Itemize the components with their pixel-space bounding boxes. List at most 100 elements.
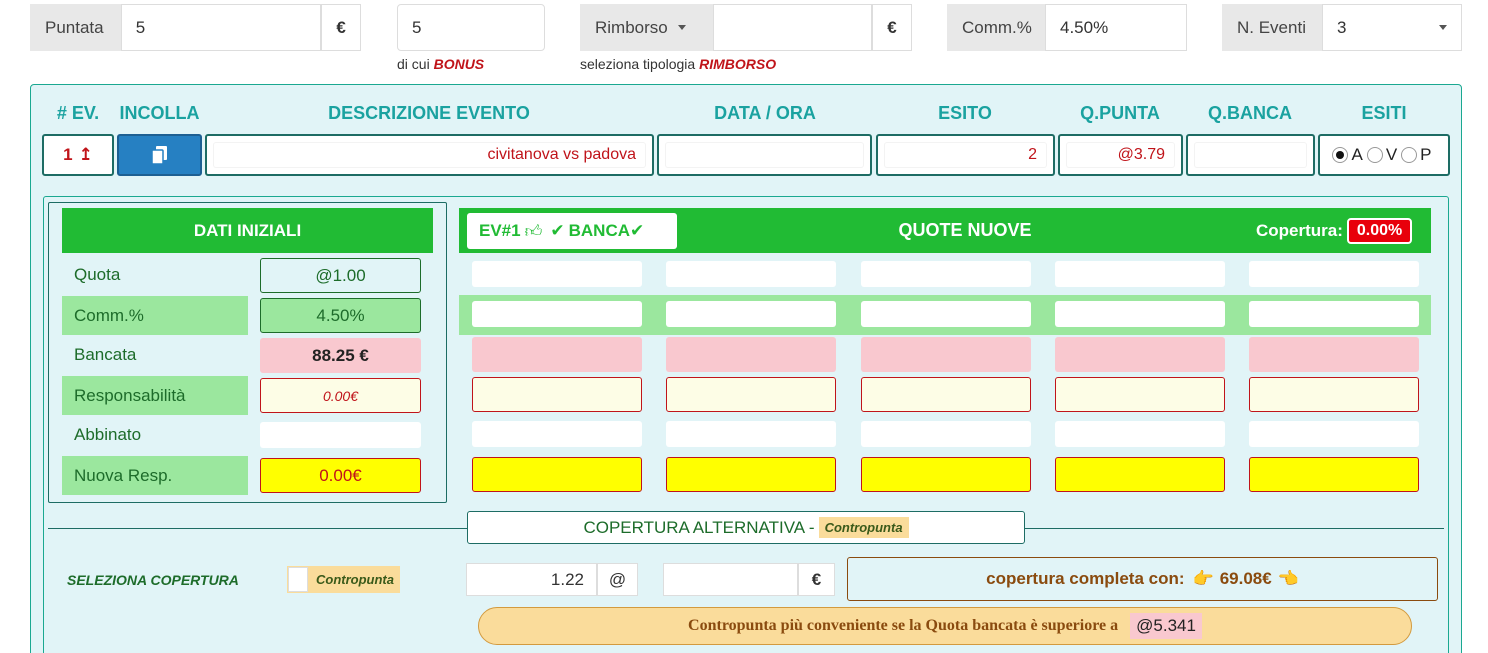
puntata-currency: €	[321, 4, 361, 51]
comm-cell[interactable]	[1055, 301, 1225, 327]
col-q-punta: Q.PUNTA	[1080, 103, 1160, 123]
comm-group: Comm.% 4.50%	[947, 4, 1187, 51]
row-label-quota: Quota	[74, 264, 121, 284]
abbinato-cell[interactable]	[472, 421, 642, 447]
rimborso-caption: seleziona tipologia RIMBORSO	[580, 56, 776, 72]
col-esito: ESITO	[938, 103, 992, 123]
responsabilita-cell	[1055, 377, 1225, 412]
bancata-cell	[1249, 337, 1419, 372]
quota-cell[interactable]	[861, 261, 1031, 287]
responsabilita-cell	[666, 377, 836, 412]
data-ora-field[interactable]	[657, 134, 872, 176]
bancata-cell	[1055, 337, 1225, 372]
eventi-label: N. Eventi	[1222, 4, 1322, 51]
contropunta-quota-input[interactable]: 1.22	[466, 563, 597, 596]
bonus-group: 5	[397, 4, 545, 51]
esito-field[interactable]: 2	[876, 134, 1055, 176]
bancata-cell	[666, 337, 836, 372]
responsabilita-cell	[1249, 377, 1419, 412]
nuova-resp-cell	[861, 457, 1031, 492]
col-incolla: INCOLLA	[119, 103, 200, 123]
bonus-caption-em: BONUS	[433, 56, 485, 72]
comm-input[interactable]: 4.50%	[1045, 4, 1187, 51]
quota-cell[interactable]	[1055, 261, 1225, 287]
eventi-group: N. Eventi 3	[1222, 4, 1462, 51]
rimborso-input[interactable]	[713, 4, 872, 51]
alternativa-title-box: COPERTURA ALTERNATIVA - Contropunta	[467, 511, 1025, 544]
esiti-label-a: A	[1351, 145, 1363, 164]
esiti-radio-p[interactable]	[1401, 147, 1418, 163]
esiti-label-p: P	[1420, 145, 1432, 164]
row-label-responsabilita: Responsabilità	[62, 376, 248, 415]
copy-icon	[150, 146, 167, 165]
abbinato-cell[interactable]	[1055, 421, 1225, 447]
alternativa-title: COPERTURA ALTERNATIVA -	[583, 517, 815, 537]
tab-ev1-banca[interactable]: EV#1 👍︎ ✔ BANCA ✔	[467, 213, 677, 249]
event-number: 1 ↥	[42, 134, 114, 176]
eventi-select[interactable]: 3	[1322, 4, 1462, 51]
esiti-radio-v[interactable]	[1366, 147, 1383, 163]
abbinato-cell[interactable]	[1249, 421, 1419, 447]
stake-input-group: €	[663, 563, 835, 596]
comm-cell[interactable]	[666, 301, 836, 327]
bancata-cell	[472, 337, 642, 372]
abbinato-cell[interactable]	[861, 421, 1031, 447]
copertura-completa-box: copertura completa con: 👉 69.08€ 👈	[847, 557, 1438, 601]
bancata-value: 88.25 €	[260, 338, 421, 373]
nuova-resp-cell	[472, 457, 642, 492]
copertura-completa-text: copertura completa con:	[986, 569, 1185, 588]
contropunta-toggle[interactable]: Contropunta	[287, 566, 400, 593]
q-banca-field[interactable]	[1186, 134, 1315, 176]
alternativa-title-badge: Contropunta	[818, 517, 909, 538]
comm-label: Comm.%	[947, 4, 1045, 51]
rimborso-dropdown[interactable]: Rimborso	[580, 4, 713, 51]
quote-nuove-title: QUOTE NUOVE	[898, 220, 1032, 240]
puntata-input[interactable]: 5	[120, 4, 322, 51]
quota-cell[interactable]	[1249, 261, 1419, 287]
tab-banca-label: BANCA	[568, 221, 630, 240]
nuova-resp-cell	[1249, 457, 1419, 492]
esiti-radio-a[interactable]	[1332, 147, 1349, 163]
copertura-label: Copertura:	[1256, 221, 1343, 240]
quota-cell[interactable]	[666, 261, 836, 287]
comm-cell[interactable]	[861, 301, 1031, 327]
q-punta-field[interactable]: @3.79	[1058, 134, 1183, 176]
col-descrizione: DESCRIZIONE EVENTO	[328, 103, 530, 123]
rimborso-group: Rimborso €	[580, 4, 912, 51]
esito-value: 2	[884, 142, 1047, 168]
descrizione-field[interactable]: civitanova vs padova	[205, 134, 654, 176]
toggle-switch[interactable]	[288, 567, 308, 592]
paste-button[interactable]	[117, 134, 202, 176]
contropunta-stake-input[interactable]	[663, 563, 798, 596]
check-icon: ✔	[550, 221, 565, 240]
bonus-caption-prefix: di cui	[397, 56, 430, 72]
tab-ev-label: EV#1	[479, 221, 521, 240]
nuova-resp-cell	[1055, 457, 1225, 492]
descrizione-value: civitanova vs padova	[213, 142, 646, 168]
abbinato-cell[interactable]	[666, 421, 836, 447]
puntata-label: Puntata	[30, 4, 121, 51]
comm-value: 4.50%	[260, 298, 421, 333]
row-label-nuova-resp: Nuova Resp.	[62, 456, 248, 495]
rimborso-caption-prefix: seleziona tipologia	[580, 56, 696, 72]
comm-cell[interactable]	[1249, 301, 1419, 327]
comm-cell[interactable]	[472, 301, 642, 327]
nuova-resp-cell	[666, 457, 836, 492]
arrow-up-icon: ↥	[78, 145, 93, 164]
q-banca-value	[1194, 142, 1307, 168]
row-label-abbinato: Abbinato	[74, 424, 142, 444]
conveniente-value: @5.341	[1130, 613, 1202, 639]
responsabilita-cell	[861, 377, 1031, 412]
pointing-right-icon: 👉	[1192, 569, 1214, 588]
col-data-ora: DATA / ORA	[714, 103, 816, 123]
chevron-down-icon	[677, 25, 686, 30]
bonus-input[interactable]: 5	[397, 4, 545, 51]
conveniente-text: Contropunta più conveniente se la Quota …	[688, 617, 1119, 634]
thumbs-up-icon: 👍︎	[524, 221, 543, 241]
responsabilita-cell	[472, 377, 642, 412]
quota-cell[interactable]	[472, 261, 642, 287]
esiti-label-v: V	[1385, 145, 1398, 164]
col-q-banca: Q.BANCA	[1208, 103, 1292, 123]
rimborso-label: Rimborso	[595, 17, 668, 37]
data-ora-value	[665, 142, 864, 168]
